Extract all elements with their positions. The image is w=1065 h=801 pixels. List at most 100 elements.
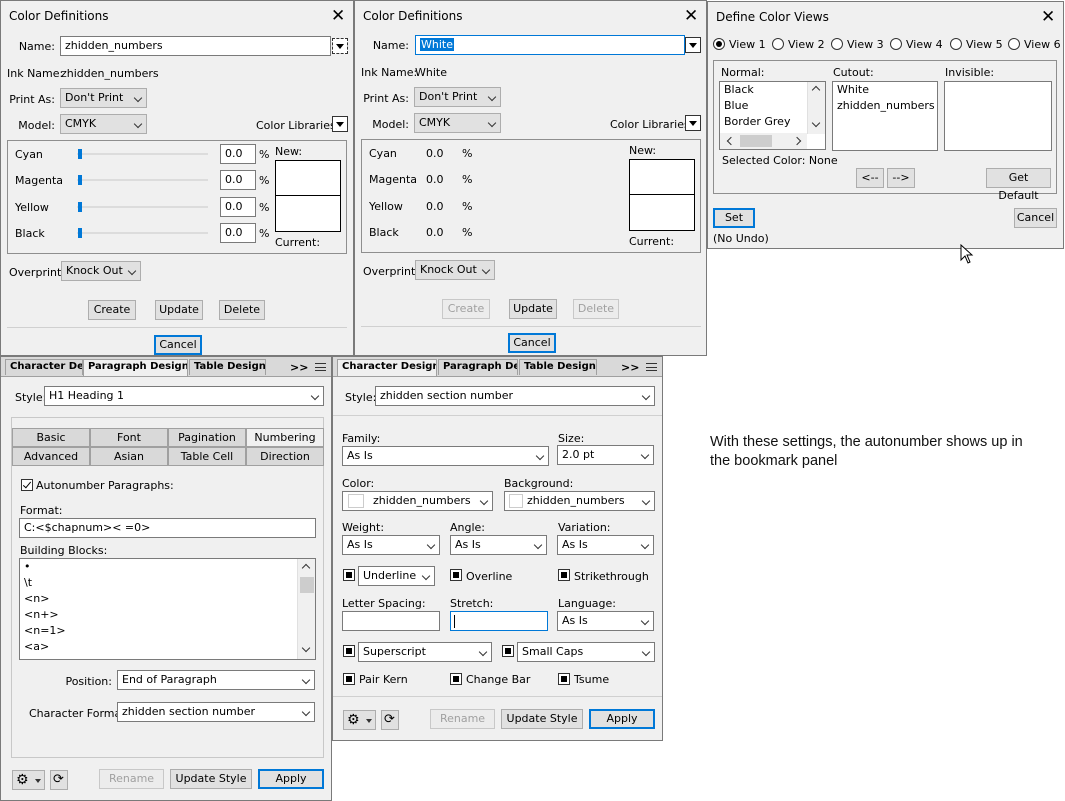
scroll-thumb[interactable] <box>300 577 314 593</box>
panel-menu-icon[interactable] <box>646 363 657 371</box>
color-select[interactable]: zhidden_numbers <box>342 491 493 511</box>
cutout-list[interactable]: White zhidden_numbers <box>832 81 938 151</box>
view-5-radio[interactable] <box>950 38 962 50</box>
cancel-button[interactable]: Cancel <box>508 333 556 353</box>
view-2-radio[interactable] <box>772 38 784 50</box>
yellow-field[interactable]: 0.0 <box>220 197 256 217</box>
background-select[interactable]: zhidden_numbers <box>504 491 655 511</box>
cyan-slider[interactable] <box>77 153 208 155</box>
list-item[interactable]: White <box>833 82 937 98</box>
color-libraries-button[interactable] <box>332 116 348 132</box>
panel-menu-icon[interactable] <box>315 363 326 371</box>
print-as-select[interactable]: Don't Print <box>60 88 147 108</box>
small-caps-select[interactable]: Small Caps <box>517 642 655 662</box>
style-select[interactable]: H1 Heading 1 <box>44 386 324 406</box>
list-item[interactable]: • <box>20 559 315 575</box>
variation-select[interactable]: As Is <box>557 535 654 555</box>
view-4-radio[interactable] <box>890 38 902 50</box>
subtab-table-cell[interactable]: Table Cell <box>168 447 246 466</box>
subtab-font[interactable]: Font <box>90 428 168 447</box>
update-button[interactable]: Update <box>155 300 203 320</box>
magenta-slider-thumb[interactable] <box>78 175 82 185</box>
scroll-down-icon[interactable] <box>811 118 821 128</box>
refresh-button[interactable]: ⟳ <box>50 770 68 790</box>
tab-character-designer[interactable]: Character Desig <box>5 359 83 375</box>
overprint-select[interactable]: Knock Out <box>415 260 495 280</box>
update-style-button[interactable]: Update Style <box>501 709 583 729</box>
magenta-field[interactable]: 0.0 <box>220 170 256 190</box>
list-item[interactable]: zhidden_numbers <box>833 98 937 114</box>
apply-button[interactable]: Apply <box>589 709 655 729</box>
rename-button[interactable]: Rename <box>99 769 164 789</box>
subtab-direction[interactable]: Direction <box>246 447 324 466</box>
update-button[interactable]: Update <box>509 299 557 319</box>
subtab-pagination[interactable]: Pagination <box>168 428 246 447</box>
overline-checkbox[interactable] <box>450 569 462 581</box>
format-field[interactable]: C:<$chapnum>< =0> <box>19 518 316 538</box>
underline-select[interactable]: Underline <box>358 566 435 586</box>
cyan-field[interactable]: 0.0 <box>220 144 256 164</box>
list-item[interactable]: <a> <box>20 639 315 655</box>
tab-character-designer[interactable]: Character Designer <box>337 359 437 376</box>
tsume-checkbox[interactable] <box>558 673 570 685</box>
tab-paragraph-designer[interactable]: Paragraph Designer <box>83 359 188 376</box>
rename-button[interactable]: Rename <box>430 709 495 729</box>
scroll-up-icon[interactable] <box>811 85 821 95</box>
small-caps-checkbox[interactable] <box>502 645 514 657</box>
subtab-advanced[interactable]: Advanced <box>12 447 90 466</box>
close-icon[interactable]: ✕ <box>684 8 698 25</box>
overprint-select[interactable]: Knock Out <box>61 261 141 281</box>
building-blocks-list[interactable]: • \t <n> <n+> <n=1> <a> <box>19 558 316 660</box>
update-style-button[interactable]: Update Style <box>170 769 252 789</box>
scroll-up-icon[interactable] <box>301 563 311 573</box>
close-icon[interactable]: ✕ <box>331 8 345 25</box>
subtab-basic[interactable]: Basic <box>12 428 90 447</box>
black-field[interactable]: 0.0 <box>220 223 256 243</box>
tab-table-designer[interactable]: Table Designer <box>189 359 266 375</box>
create-button[interactable]: Create <box>442 299 490 319</box>
list-item[interactable]: <n=1> <box>20 623 315 639</box>
cancel-button[interactable]: Cancel <box>154 335 202 355</box>
weight-select[interactable]: As Is <box>342 535 440 555</box>
yellow-slider[interactable] <box>77 206 208 208</box>
position-select[interactable]: End of Paragraph <box>117 670 315 690</box>
name-field[interactable]: zhidden_numbers <box>60 36 331 56</box>
view-1-radio[interactable] <box>713 38 725 50</box>
subtab-numbering[interactable]: Numbering <box>246 428 324 447</box>
close-icon[interactable]: ✕ <box>1041 9 1055 26</box>
black-slider-thumb[interactable] <box>78 228 82 238</box>
superscript-checkbox[interactable] <box>343 645 355 657</box>
tab-paragraph-designer[interactable]: Paragraph Desig <box>438 359 518 375</box>
character-format-select[interactable]: zhidden section number <box>117 702 315 722</box>
name-dropdown-button[interactable] <box>332 38 348 54</box>
stretch-field[interactable] <box>450 611 548 631</box>
scroll-right-icon[interactable] <box>792 136 802 146</box>
magenta-slider[interactable] <box>77 179 208 181</box>
delete-button[interactable]: Delete <box>219 300 265 320</box>
normal-list-hscrollbar[interactable] <box>720 133 807 149</box>
gear-menu-button[interactable]: ⚙ <box>12 770 45 790</box>
list-item[interactable]: <n> <box>20 591 315 607</box>
name-dropdown-button[interactable] <box>685 37 701 53</box>
scroll-left-icon[interactable] <box>726 136 736 146</box>
more-tabs-button[interactable]: >> <box>290 361 308 374</box>
more-tabs-button[interactable]: >> <box>621 361 639 374</box>
language-select[interactable]: As Is <box>557 611 654 631</box>
delete-button[interactable]: Delete <box>573 299 619 319</box>
style-select[interactable]: zhidden section number <box>375 386 655 406</box>
model-select[interactable]: CMYK <box>414 113 501 133</box>
family-select[interactable]: As Is <box>342 446 549 466</box>
color-libraries-button[interactable] <box>685 115 701 131</box>
list-item[interactable]: \t <box>20 575 315 591</box>
set-button[interactable]: Set <box>713 208 755 228</box>
letter-spacing-field[interactable] <box>342 611 440 631</box>
list-item[interactable]: <n+> <box>20 607 315 623</box>
scroll-down-icon[interactable] <box>301 643 311 653</box>
view-6-radio[interactable] <box>1008 38 1020 50</box>
model-select[interactable]: CMYK <box>60 114 147 134</box>
underline-checkbox[interactable] <box>343 569 355 581</box>
name-field[interactable]: White <box>415 35 685 55</box>
yellow-slider-thumb[interactable] <box>78 202 82 212</box>
create-button[interactable]: Create <box>88 300 136 320</box>
refresh-button[interactable]: ⟳ <box>381 710 399 730</box>
